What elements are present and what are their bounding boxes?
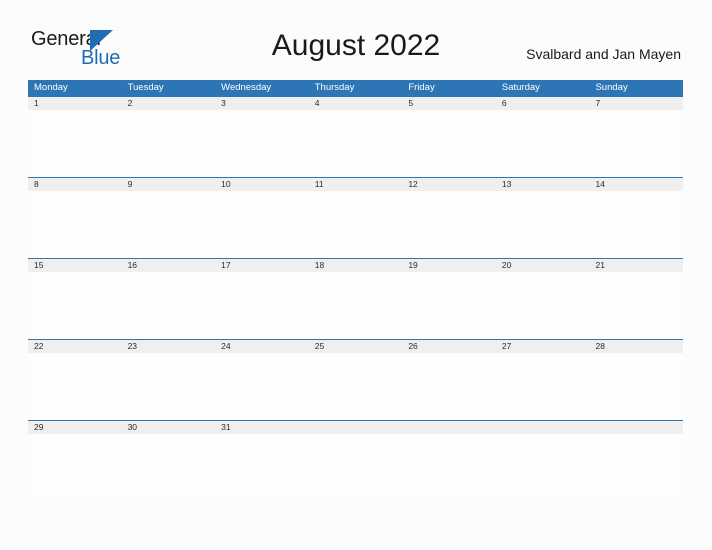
week-date-band: 29 30 31	[28, 420, 683, 434]
week-notes-area[interactable]	[28, 353, 683, 420]
weekday-header-wednesday: Wednesday	[221, 82, 272, 93]
day-cell[interactable]: 18	[309, 259, 403, 272]
week-date-band: 1 2 3 4 5 6 7	[28, 96, 683, 110]
weekday-header-thursday: Thursday	[314, 82, 355, 93]
week-row: 15 16 17 18 19 20 21	[28, 258, 683, 339]
day-cell[interactable]: 26	[402, 340, 496, 353]
day-cell[interactable]: 17	[215, 259, 309, 272]
day-cell[interactable]: 16	[122, 259, 216, 272]
day-cell[interactable]: 28	[589, 340, 683, 353]
day-cell	[589, 421, 683, 434]
day-cell	[402, 421, 496, 434]
week-row: 8 9 10 11 12 13 14	[28, 177, 683, 258]
day-cell[interactable]: 21	[589, 259, 683, 272]
week-date-band: 8 9 10 11 12 13 14	[28, 177, 683, 191]
day-cell[interactable]: 2	[122, 97, 216, 110]
weekday-header-friday: Friday	[408, 82, 435, 93]
day-cell[interactable]: 8	[28, 178, 122, 191]
day-cell[interactable]: 3	[215, 97, 309, 110]
weekday-header-tuesday: Tuesday	[127, 82, 164, 93]
day-cell[interactable]: 29	[28, 421, 122, 434]
day-cell[interactable]: 22	[28, 340, 122, 353]
day-cell[interactable]: 19	[402, 259, 496, 272]
day-cell[interactable]: 10	[215, 178, 309, 191]
week-notes-area[interactable]	[28, 434, 683, 501]
day-cell[interactable]: 20	[496, 259, 590, 272]
week-row: 29 30 31	[28, 420, 683, 501]
day-cell[interactable]: 12	[402, 178, 496, 191]
region-label: Svalbard and Jan Mayen	[526, 46, 681, 62]
day-cell[interactable]: 4	[309, 97, 403, 110]
day-cell[interactable]: 15	[28, 259, 122, 272]
day-cell[interactable]: 1	[28, 97, 122, 110]
day-cell[interactable]: 7	[589, 97, 683, 110]
weekday-header-monday: Monday	[34, 82, 68, 93]
week-notes-area[interactable]	[28, 110, 683, 177]
day-cell[interactable]: 5	[402, 97, 496, 110]
week-date-band: 22 23 24 25 26 27 28	[28, 339, 683, 353]
day-cell[interactable]: 25	[309, 340, 403, 353]
calendar-page: General Blue August 2022 Svalbard and Ja…	[0, 0, 712, 550]
weekday-header-saturday: Saturday	[501, 82, 540, 93]
day-cell[interactable]: 24	[215, 340, 309, 353]
day-cell[interactable]: 27	[496, 340, 590, 353]
day-cell[interactable]: 11	[309, 178, 403, 191]
weekday-header-sunday: Sunday	[595, 82, 628, 93]
calendar-grid: Monday Tuesday Wednesday Thursday Friday…	[28, 80, 683, 501]
week-date-band: 15 16 17 18 19 20 21	[28, 258, 683, 272]
day-cell	[496, 421, 590, 434]
day-cell[interactable]: 23	[122, 340, 216, 353]
week-row: 22 23 24 25 26 27 28	[28, 339, 683, 420]
page-header: General Blue August 2022 Svalbard and Ja…	[0, 0, 712, 78]
weekday-header-row: Monday Tuesday Wednesday Thursday Friday…	[28, 80, 683, 96]
day-cell[interactable]: 14	[589, 178, 683, 191]
week-row: 1 2 3 4 5 6 7	[28, 96, 683, 177]
week-notes-area[interactable]	[28, 191, 683, 258]
day-cell[interactable]: 6	[496, 97, 590, 110]
day-cell[interactable]: 9	[122, 178, 216, 191]
day-cell[interactable]: 13	[496, 178, 590, 191]
day-cell	[309, 421, 403, 434]
day-cell[interactable]: 30	[122, 421, 216, 434]
day-cell[interactable]: 31	[215, 421, 309, 434]
week-notes-area[interactable]	[28, 272, 683, 339]
